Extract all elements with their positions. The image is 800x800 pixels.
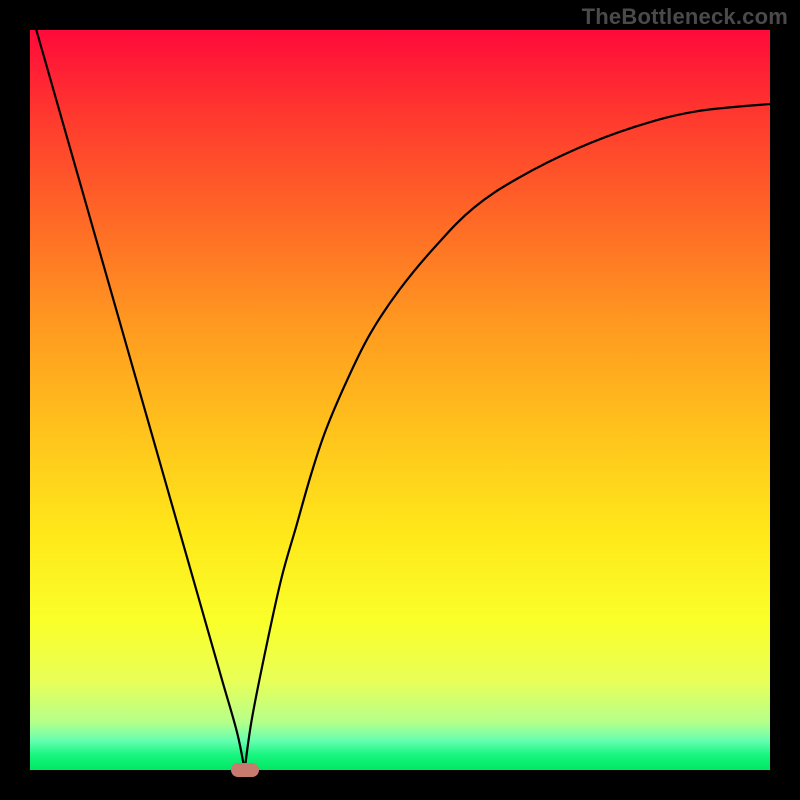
left-branch-path xyxy=(30,30,245,770)
right-branch-path xyxy=(245,104,770,770)
curve-svg xyxy=(30,30,770,770)
watermark-text: TheBottleneck.com xyxy=(582,4,788,30)
plot-area xyxy=(30,30,770,770)
vertex-marker xyxy=(231,763,259,777)
chart-stage: TheBottleneck.com xyxy=(0,0,800,800)
